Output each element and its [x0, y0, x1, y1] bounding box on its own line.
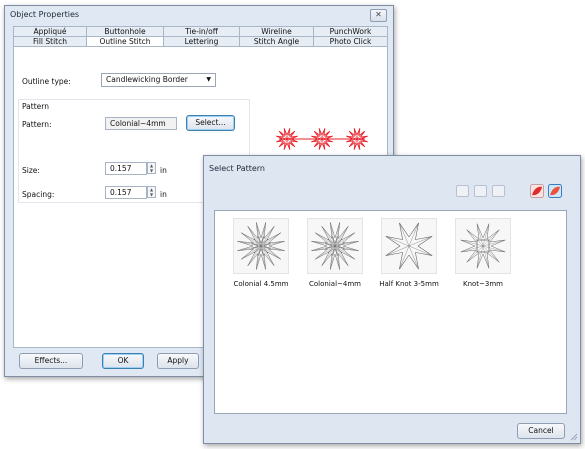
- pattern-label: Pattern:: [22, 120, 52, 129]
- outline-type-value: Candlewicking Border: [106, 75, 188, 84]
- tab-fill-stitch[interactable]: Fill Stitch: [13, 36, 87, 46]
- pattern-thumbnail: [455, 218, 511, 274]
- pattern-field: Colonial~4mm: [105, 117, 177, 130]
- blue-pattern-icon[interactable]: [548, 184, 562, 198]
- tab-wireline[interactable]: Wireline: [239, 26, 314, 36]
- tab-row-1: Appliqué Buttonhole Tie-in/off Wireline …: [13, 26, 388, 36]
- pattern-item-half-knot-3-5mm[interactable]: Half Knot 3-5mm: [374, 216, 444, 306]
- spin-down-icon[interactable]: ▼: [148, 168, 155, 173]
- red-pattern-icon[interactable]: [530, 184, 544, 198]
- resize-grip-icon[interactable]: [570, 433, 578, 441]
- select-button[interactable]: Select...: [186, 115, 235, 131]
- pattern-preview: [276, 128, 368, 150]
- select-pattern-dialog: Select Pattern Colonial 4.5mm Colonial~4…: [203, 155, 581, 444]
- dialog-title: Select Pattern: [209, 164, 266, 173]
- pattern-thumbnail: [233, 218, 289, 274]
- tab-applique[interactable]: Appliqué: [13, 26, 87, 36]
- pattern-list: Colonial 4.5mm Colonial~4mm Half Knot 3-…: [214, 210, 567, 414]
- effects-button[interactable]: Effects...: [19, 353, 83, 369]
- size-input[interactable]: 0.157: [105, 162, 147, 175]
- apply-button[interactable]: Apply: [157, 353, 199, 369]
- close-button[interactable]: ✕: [370, 9, 387, 22]
- spacing-unit: in: [160, 190, 167, 199]
- tab-photo-click[interactable]: Photo Click: [313, 36, 388, 46]
- chevron-down-icon: ▼: [206, 76, 211, 83]
- pattern-item-colonial-4mm[interactable]: Colonial~4mm: [300, 216, 370, 306]
- pattern-name: Colonial 4.5mm: [233, 280, 289, 288]
- cancel-button[interactable]: Cancel: [517, 423, 565, 439]
- tab-punchwork[interactable]: PunchWork: [313, 26, 388, 36]
- spacing-input[interactable]: 0.157: [105, 186, 147, 199]
- list-view-icon[interactable]: [474, 185, 487, 197]
- small-icons-view-icon[interactable]: [492, 185, 505, 197]
- spacing-label: Spacing:: [22, 190, 55, 199]
- tab-lettering[interactable]: Lettering: [163, 36, 240, 46]
- outline-type-label: Outline type:: [22, 77, 71, 86]
- tab-stitch-angle[interactable]: Stitch Angle: [239, 36, 314, 46]
- pattern-group-label: Pattern: [22, 102, 49, 111]
- title-bar[interactable]: Object Properties ✕: [5, 6, 393, 25]
- dialog-title: Object Properties: [10, 10, 80, 19]
- pattern-item-colonial-4-5mm[interactable]: Colonial 4.5mm: [226, 216, 296, 306]
- spacing-spinner[interactable]: ▲ ▼: [147, 186, 156, 198]
- tab-buttonhole[interactable]: Buttonhole: [86, 26, 164, 36]
- pattern-item-knot-3mm[interactable]: Knot~3mm: [448, 216, 518, 306]
- pattern-name: Knot~3mm: [462, 280, 503, 288]
- size-label: Size:: [22, 166, 40, 175]
- size-spinner[interactable]: ▲ ▼: [147, 162, 156, 174]
- pattern-name: Half Knot 3-5mm: [379, 280, 439, 288]
- tab-tie-in-off[interactable]: Tie-in/off: [163, 26, 240, 36]
- large-icons-view-icon[interactable]: [456, 185, 469, 197]
- pattern-thumbnail: [381, 218, 437, 274]
- pattern-thumbnail: [307, 218, 363, 274]
- ok-button[interactable]: OK: [102, 353, 144, 369]
- spin-down-icon[interactable]: ▼: [148, 192, 155, 197]
- pattern-name: Colonial~4mm: [309, 280, 361, 288]
- size-unit: in: [160, 166, 167, 175]
- title-bar[interactable]: Select Pattern: [204, 156, 580, 175]
- outline-type-combo[interactable]: Candlewicking Border ▼: [101, 73, 216, 87]
